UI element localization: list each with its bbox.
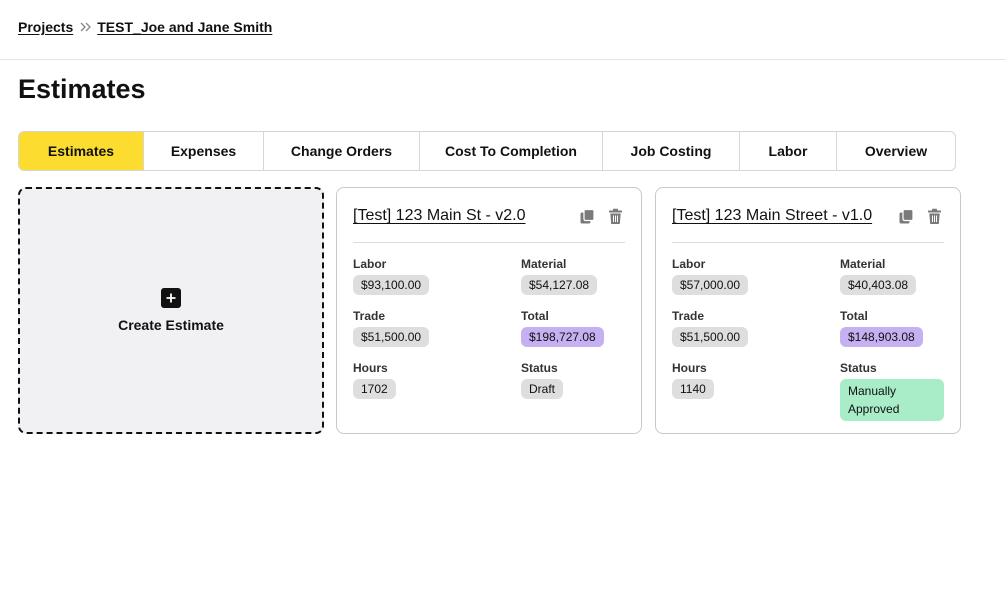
create-estimate-card[interactable]: Create Estimate [18,187,324,434]
tab-overview[interactable]: Overview [837,132,955,170]
trash-icon[interactable] [607,208,624,225]
total-field: Total $198,727.08 [521,309,604,347]
material-value: $40,403.08 [840,275,917,295]
material-field: Material $40,403.08 [840,257,917,295]
total-value: $148,903.08 [840,327,923,347]
breadcrumb: Projects TEST_Joe and Jane Smith [18,19,272,35]
tab-labor[interactable]: Labor [740,132,837,170]
status-field: Status Manually Approved [840,361,944,421]
trade-value: $51,500.00 [672,327,749,347]
status-label: Status [521,361,558,375]
tab-cost-to-completion[interactable]: Cost To Completion [420,132,603,170]
breadcrumb-project-link[interactable]: TEST_Joe and Jane Smith [97,19,272,35]
trade-value: $51,500.00 [353,327,430,347]
trade-label: Trade [353,309,386,323]
copy-icon[interactable] [579,208,596,225]
total-field: Total $148,903.08 [840,309,923,347]
trade-field: Trade $51,500.00 [353,309,430,347]
estimate-title-link[interactable]: [Test] 123 Main Street - v1.0 [672,207,872,225]
trade-field: Trade $51,500.00 [672,309,749,347]
breadcrumb-projects-link[interactable]: Projects [18,19,73,35]
labor-value: $93,100.00 [353,275,430,295]
material-label: Material [840,257,886,271]
labor-label: Labor [353,257,387,271]
total-label: Total [521,309,549,323]
trash-icon[interactable] [926,208,943,225]
status-label: Status [840,361,877,375]
labor-field: Labor $57,000.00 [672,257,749,295]
tab-change-orders[interactable]: Change Orders [264,132,420,170]
estimate-card: [Test] 123 Main Street - v1.0 Labor $57,… [655,187,961,434]
hours-label: Hours [672,361,707,375]
plus-icon [161,288,181,308]
material-value: $54,127.08 [521,275,598,295]
material-label: Material [521,257,567,271]
hours-value: 1702 [353,379,396,399]
total-value: $198,727.08 [521,327,604,347]
card-actions [579,208,624,225]
card-divider [672,242,944,243]
card-actions [898,208,943,225]
hours-field: Hours 1140 [672,361,714,399]
page-title: Estimates [18,74,146,104]
labor-field: Labor $93,100.00 [353,257,430,295]
double-chevron-right-icon [79,20,93,34]
trade-label: Trade [672,309,705,323]
labor-label: Labor [672,257,706,271]
total-label: Total [840,309,868,323]
status-badge: Manually Approved [840,379,944,421]
tab-bar: Estimates Expenses Change Orders Cost To… [18,131,956,171]
estimate-title-link[interactable]: [Test] 123 Main St - v2.0 [353,207,526,225]
tab-job-costing[interactable]: Job Costing [603,132,740,170]
hours-label: Hours [353,361,388,375]
status-badge: Draft [521,379,564,399]
top-bar: Projects TEST_Joe and Jane Smith [0,0,1006,60]
hours-value: 1140 [672,379,714,399]
tab-estimates[interactable]: Estimates [19,132,144,170]
labor-value: $57,000.00 [672,275,749,295]
copy-icon[interactable] [898,208,915,225]
tab-expenses[interactable]: Expenses [144,132,264,170]
material-field: Material $54,127.08 [521,257,598,295]
hours-field: Hours 1702 [353,361,396,399]
estimate-card: [Test] 123 Main St - v2.0 Labor $93,100.… [336,187,642,434]
create-estimate-label: Create Estimate [118,317,224,333]
card-divider [353,242,625,243]
status-field: Status Draft [521,361,564,399]
